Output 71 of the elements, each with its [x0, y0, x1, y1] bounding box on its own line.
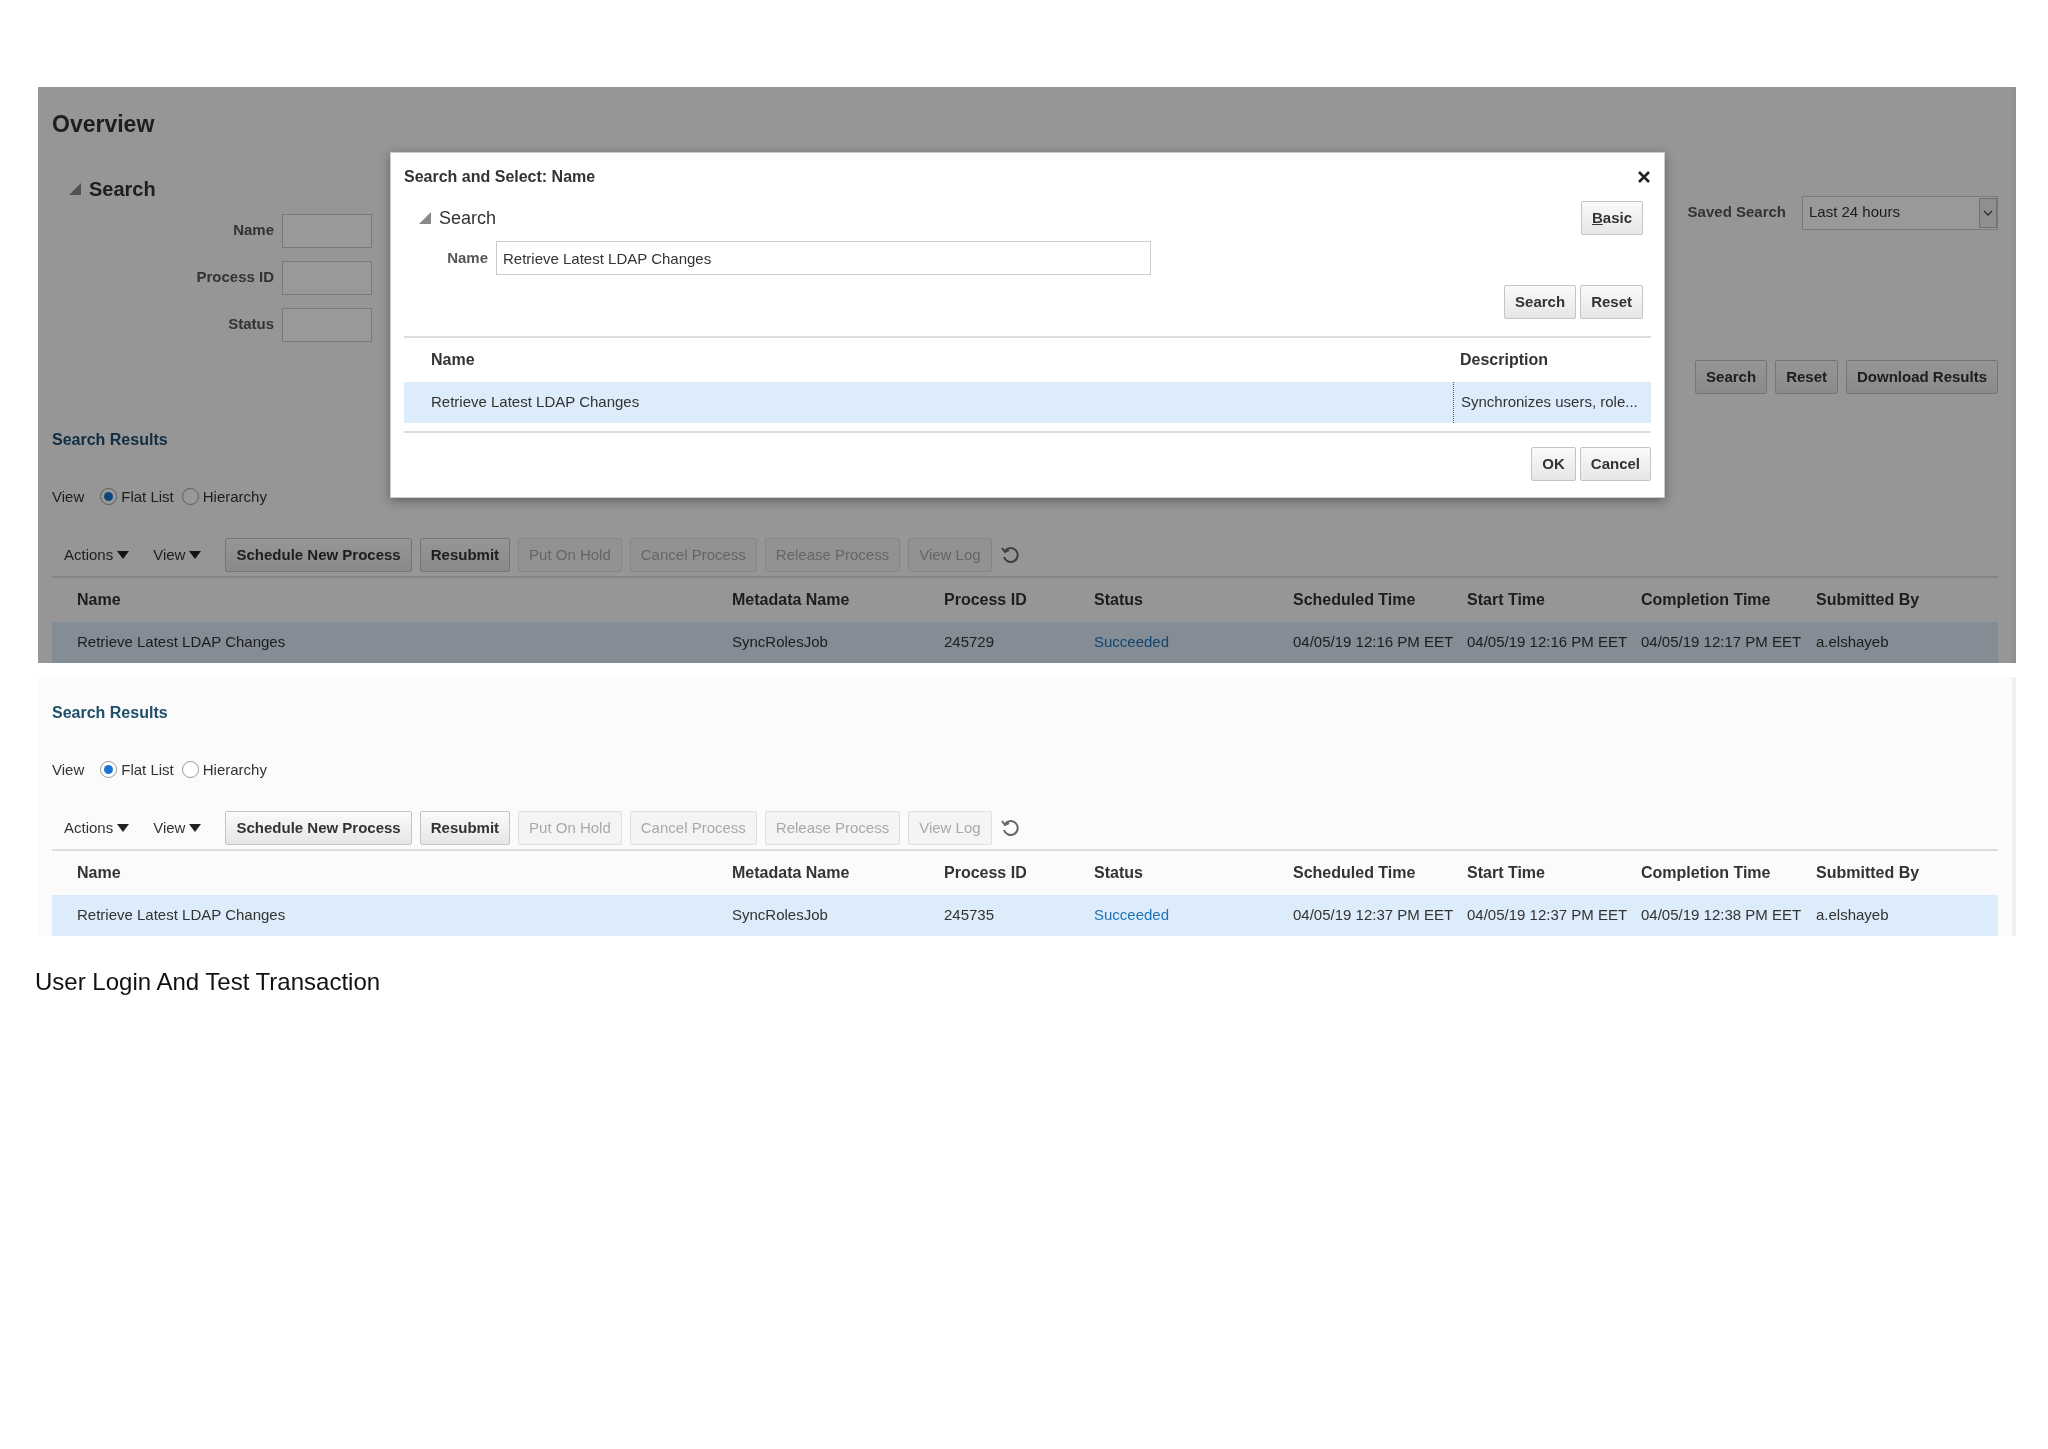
toolbar-button[interactable]: Schedule New Process — [225, 538, 412, 572]
input-field[interactable] — [282, 213, 372, 248]
refresh-icon[interactable] — [999, 818, 1020, 838]
refresh-icon[interactable] — [999, 545, 1020, 565]
basic-button[interactable]: Basic — [1580, 201, 1643, 235]
input-field[interactable] — [282, 307, 372, 342]
menu-button[interactable]: View — [153, 543, 202, 567]
status-link[interactable]: Succeeded — [1094, 895, 1293, 936]
table-cell: SyncRolesJob — [732, 622, 944, 663]
section-title: Search — [89, 176, 156, 202]
field-label: Name — [232, 220, 275, 241]
radio-label[interactable]: Hierarchy — [202, 485, 267, 508]
dialog-button[interactable]: OK — [1531, 446, 1576, 481]
view-label: View — [52, 759, 85, 780]
table-cell: a.elshayeb — [1816, 622, 1998, 663]
field-label: Process ID — [195, 267, 275, 288]
table-cell: 04/05/19 12:16 PM EET — [1293, 622, 1467, 663]
menu-button[interactable]: Actions — [64, 816, 130, 840]
input-field[interactable] — [282, 260, 372, 295]
search-button[interactable]: Reset — [1775, 359, 1838, 394]
table-cell: Retrieve Latest LDAP Changes — [424, 382, 1453, 423]
table-cell: 04/05/19 12:37 PM EET — [1293, 895, 1467, 936]
table-cell: Retrieve Latest LDAP Changes — [77, 895, 732, 936]
collapse-triangle-icon[interactable] — [69, 182, 81, 195]
page-title: Overview — [52, 110, 156, 139]
caret-icon — [189, 551, 202, 559]
menu-button[interactable]: View — [153, 816, 202, 840]
toolbar-button[interactable]: Resubmit — [419, 811, 511, 845]
search-button[interactable]: Search — [1504, 285, 1577, 319]
dialog-title: Search and Select: Name — [404, 167, 596, 187]
table-cell: 04/05/19 12:37 PM EET — [1467, 895, 1641, 936]
section-title: Search Results — [52, 429, 168, 450]
chevron-down-icon — [1979, 197, 1997, 228]
collapse-triangle-icon[interactable] — [419, 212, 431, 224]
table-cell: Retrieve Latest LDAP Changes — [77, 622, 732, 663]
menu-button[interactable]: Actions — [64, 543, 130, 567]
radio-label[interactable]: Hierarchy — [202, 758, 267, 781]
table-cell: 245735 — [944, 895, 1094, 936]
caption: User Login And Test Transaction — [34, 966, 382, 997]
toolbar-button[interactable]: Schedule New Process — [225, 811, 412, 845]
search-button[interactable]: Download Results — [1846, 359, 1998, 394]
table-cell: a.elshayeb — [1816, 895, 1998, 936]
dialog-button[interactable]: Cancel — [1579, 446, 1651, 481]
caret-icon — [117, 824, 130, 832]
radio-button[interactable] — [181, 488, 199, 506]
select-field[interactable]: Last 24 hours — [1802, 195, 1998, 230]
field-label: Status — [227, 314, 275, 335]
radio-button[interactable] — [100, 488, 118, 506]
radio-button[interactable] — [181, 761, 199, 779]
view-label: View — [52, 486, 85, 507]
status-link[interactable]: Succeeded — [1094, 622, 1293, 663]
close-icon[interactable] — [1637, 170, 1651, 184]
table-cell: 04/05/19 12:16 PM EET — [1467, 622, 1641, 663]
table-cell: Synchronizes users, role... — [1453, 382, 1651, 423]
field-label: Name — [446, 247, 489, 268]
table-cell: 04/05/19 12:38 PM EET — [1641, 895, 1816, 936]
table-cell: 245729 — [944, 622, 1094, 663]
section-title: Search Results — [52, 702, 168, 723]
section-title: Search — [439, 206, 497, 230]
toolbar-button[interactable]: Resubmit — [419, 538, 511, 572]
radio-button[interactable] — [100, 761, 118, 779]
caret-icon — [189, 824, 202, 832]
table-cell: 04/05/19 12:17 PM EET — [1641, 622, 1816, 663]
radio-label[interactable]: Flat List — [121, 758, 174, 781]
field-label: Saved Search — [1687, 202, 1787, 223]
table-cell: SyncRolesJob — [732, 895, 944, 936]
input-field[interactable]: Retrieve Latest LDAP Changes — [496, 241, 1151, 275]
caret-icon — [117, 551, 130, 559]
search-button[interactable]: Search — [1695, 359, 1768, 394]
radio-label[interactable]: Flat List — [121, 485, 174, 508]
search-button[interactable]: Reset — [1580, 285, 1643, 319]
